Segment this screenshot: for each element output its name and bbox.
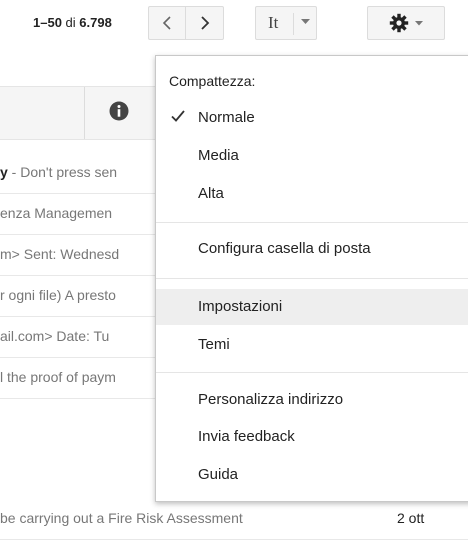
list-item[interactable]: be carrying out a Fire Risk Assessment 2… [0,498,468,540]
menu-item-label: Normale [198,109,255,126]
snippet: enza Managemen [0,205,113,221]
snippet: m> Sent: Wednesd [0,246,120,262]
menu-item-label: Impostazioni [198,298,283,315]
older-button[interactable] [186,6,224,40]
menu-item-label: Personalizza indirizzo [198,391,344,408]
input-tools-button[interactable]: It [255,6,317,40]
snippet: - Don't press sen [7,164,118,180]
input-language-label: It [268,13,279,32]
menu-item-label: Guida [198,466,239,483]
density-heading: Compattezza: [169,73,256,89]
chevron-right-icon [200,16,209,30]
menu-divider [156,278,468,279]
snippet: l the proof of paym [0,369,116,385]
configure-inbox-item[interactable]: Configura casella di posta [156,231,468,267]
density-medium-item[interactable]: Media [156,138,468,174]
settings-menu: Compattezza: Normale Media Alta Configur… [155,55,468,502]
snippet: ail.com> Date: Tu [0,328,110,344]
chevron-left-icon [162,16,171,30]
density-high-item[interactable]: Alta [156,176,468,212]
info-icon[interactable] [109,101,129,121]
help-item[interactable]: Guida [156,457,468,493]
settings-button[interactable] [367,6,445,40]
themes-item[interactable]: Temi [156,327,468,363]
checkmark-icon [171,110,185,122]
newer-button[interactable] [148,6,186,40]
send-feedback-item[interactable]: Invia feedback [156,419,468,455]
menu-item-label: Alta [198,185,224,202]
pager-of: di [65,15,76,30]
header-divider [84,87,85,139]
pager-count: 1–50 di 6.798 [33,15,112,30]
settings-item[interactable]: Impostazioni [156,289,468,325]
chevron-down-icon [301,19,310,24]
gear-icon [389,13,409,33]
pager-total: 6.798 [79,15,112,30]
menu-item-label: Media [198,147,239,164]
menu-divider [156,372,468,373]
menu-divider [156,222,468,223]
chevron-down-icon [415,20,423,25]
mail-date: 2 ott [397,510,425,526]
snippet: r ogni file) A presto [0,287,116,303]
toolbar: 1–50 di 6.798 It [0,0,468,60]
menu-item-label: Temi [198,336,230,353]
density-normal-item[interactable]: Normale [156,100,468,136]
customize-address-item[interactable]: Personalizza indirizzo [156,382,468,418]
button-divider [293,13,294,35]
menu-item-label: Configura casella di posta [198,240,371,257]
pager-range: 1–50 [33,15,62,30]
snippet: be carrying out a Fire Risk Assessment [0,510,243,526]
sender-fragment: y [0,164,8,180]
menu-item-label: Invia feedback [198,428,295,445]
